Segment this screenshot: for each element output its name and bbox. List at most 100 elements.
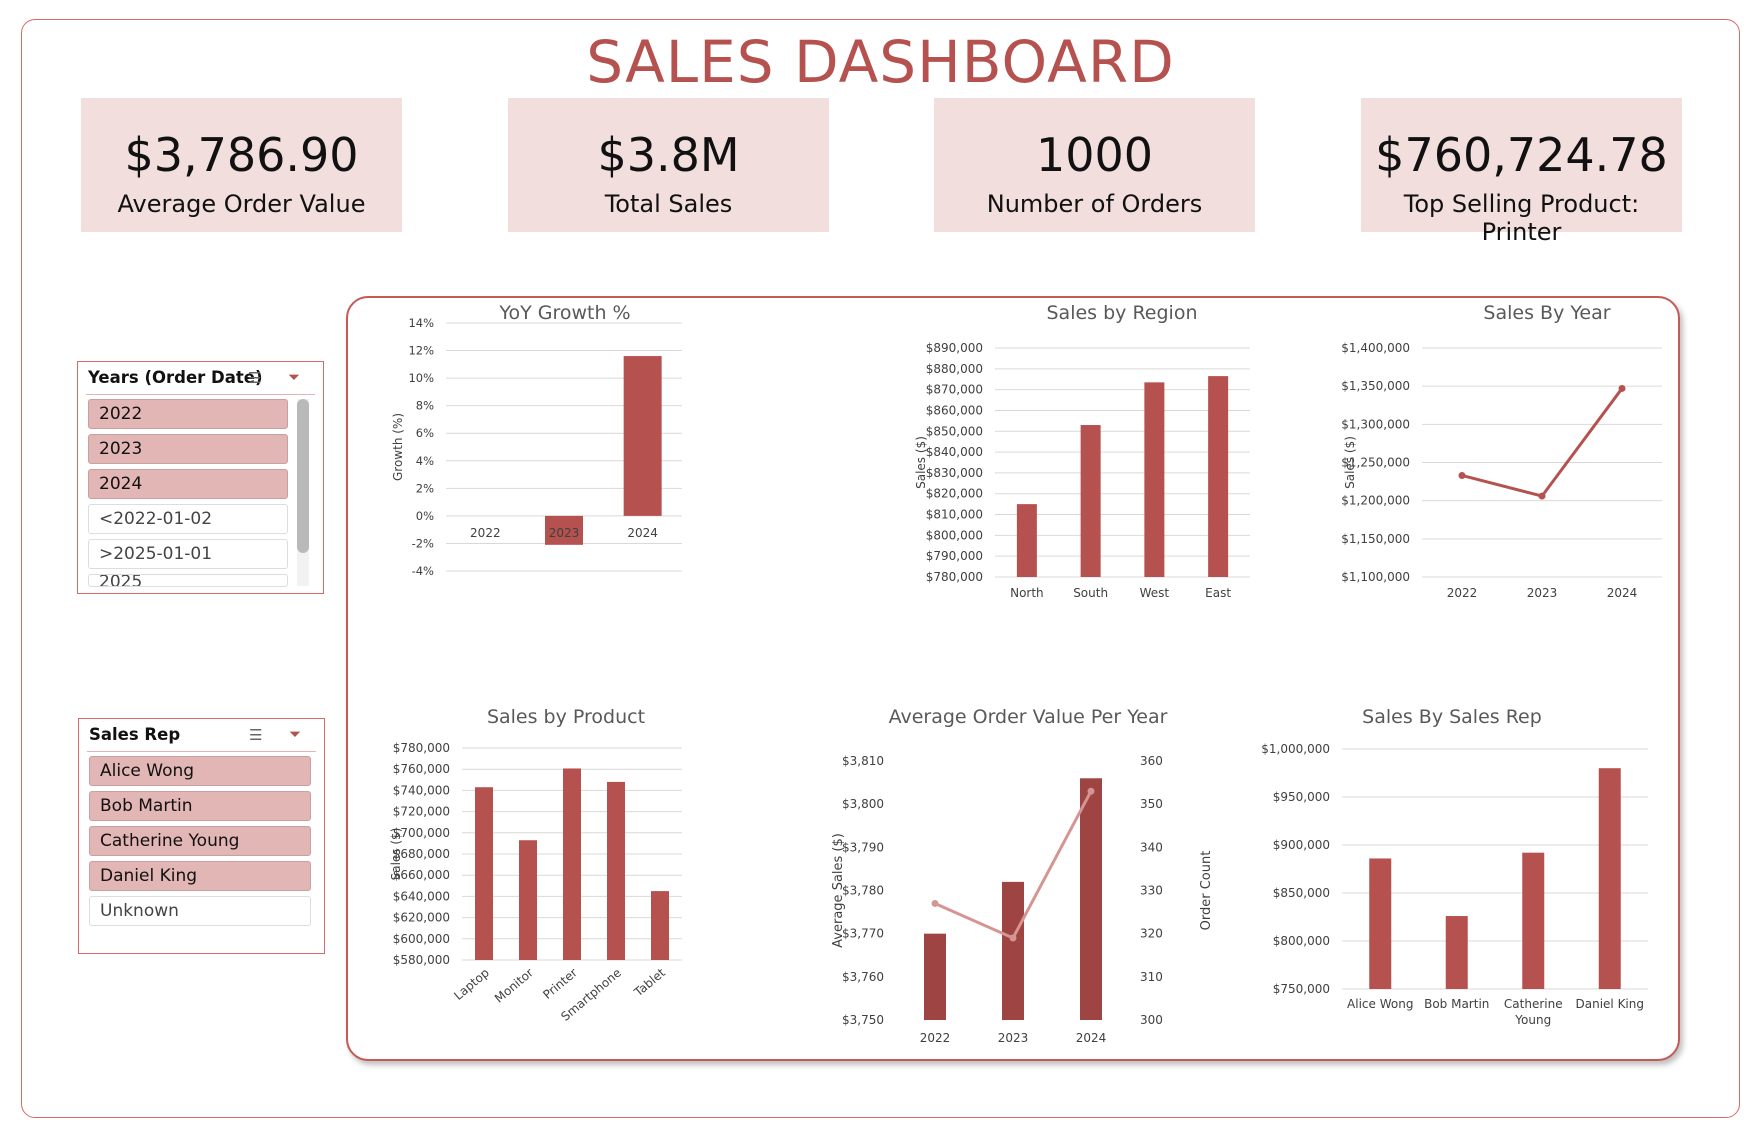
kpi-card-top-selling-product: $760,724.78 Top Selling Product: Printer xyxy=(1361,98,1682,246)
y-tick-label: 6% xyxy=(416,426,434,440)
y-tick-label: $3,770 xyxy=(842,927,884,941)
x-tick-label: Tablet xyxy=(631,965,668,1000)
y-tick-label: 0% xyxy=(416,509,434,523)
multi-select-icon[interactable]: ☰ xyxy=(248,369,261,387)
y-tick-label: -2% xyxy=(412,536,434,550)
slicer-item[interactable]: >2025-01-01 xyxy=(88,539,288,569)
slicer-item[interactable]: Unknown xyxy=(89,896,311,926)
bar xyxy=(651,891,669,960)
y-tick-label: $820,000 xyxy=(926,487,983,501)
y-tick-label: $3,780 xyxy=(842,884,884,898)
x-tick-label: Daniel King xyxy=(1576,997,1645,1011)
y-tick-label: $1,200,000 xyxy=(1341,494,1410,508)
slicer-item[interactable]: Alice Wong xyxy=(89,756,311,786)
y-tick-label: $950,000 xyxy=(1273,790,1330,804)
y-tick-label: $780,000 xyxy=(926,570,983,584)
slicer-item[interactable]: 2022 xyxy=(88,399,288,429)
slicer-item[interactable]: Daniel King xyxy=(89,861,311,891)
slicer-item[interactable]: Bob Martin xyxy=(89,791,311,821)
slicer-item[interactable]: Catherine Young xyxy=(89,826,311,856)
kpi-value: $3,786.90 xyxy=(124,128,359,182)
x-tick-label: 2023 xyxy=(549,526,580,540)
y-tick-label: $850,000 xyxy=(1273,886,1330,900)
x-tick-label: Alice Wong xyxy=(1347,997,1413,1011)
slicer-item[interactable]: 2025 xyxy=(88,574,288,587)
slicer-item[interactable]: 2023 xyxy=(88,434,288,464)
y-axis-label: Sales ($) xyxy=(914,436,928,489)
clear-filter-icon[interactable]: ⏷ xyxy=(289,726,301,743)
bar xyxy=(1369,858,1392,989)
y-tick-label: $890,000 xyxy=(926,341,983,355)
x-tick-label: 2024 xyxy=(627,526,658,540)
kpi-card-number-of-orders: 1000 Number of Orders xyxy=(934,98,1255,232)
y2-axis-label: Order Count xyxy=(1199,851,1214,931)
kpi-card-total-sales: $3.8M Total Sales xyxy=(508,98,829,232)
bar xyxy=(563,768,581,960)
slicer-item[interactable]: 2024 xyxy=(88,469,288,499)
y-tick-label: $780,000 xyxy=(393,741,450,755)
scrollbar-thumb[interactable] xyxy=(297,399,309,553)
data-point xyxy=(1087,787,1095,795)
average-order-value-per-year-chart: Average Order Value Per Year $3,810 $3,800… xyxy=(831,706,1214,1045)
chart-title: YoY Growth % xyxy=(498,302,630,324)
multi-select-icon[interactable]: ☰ xyxy=(249,726,262,744)
x-tick-label: South xyxy=(1073,586,1108,600)
y-tick-label: $740,000 xyxy=(393,783,450,797)
y-tick-label: $1,100,000 xyxy=(1341,570,1410,584)
x-tick-label: North xyxy=(1010,586,1044,600)
clear-filter-icon[interactable]: ⏷ xyxy=(288,369,300,386)
x-tick-label: Laptop xyxy=(451,966,492,1003)
sales-by-region-chart: Sales by Region $890,000 $880,000 $870,000 $… xyxy=(914,302,1250,600)
y-axis-label: Sales ($) xyxy=(389,828,403,881)
series-line xyxy=(1461,387,1624,498)
bar xyxy=(607,781,625,960)
y-tick-label: $800,000 xyxy=(1273,934,1330,948)
y-tick-label: $3,800 xyxy=(842,797,884,811)
yoy-growth-chart: YoY Growth % 14% 12% 10% 8% 6% 4% 2% 0% -2% -4% Gro… xyxy=(391,302,682,578)
sales-by-year-chart: Sales By Year $1,400,000 $1,350,000 $1,300,… xyxy=(1341,302,1662,600)
bar xyxy=(1208,376,1229,577)
y2-tick-label: 360 xyxy=(1140,754,1163,768)
bar xyxy=(1016,504,1037,577)
y-tick-label: $3,760 xyxy=(842,970,884,984)
y-tick-label: $750,000 xyxy=(1273,982,1330,996)
chart-title: Sales By Year xyxy=(1483,302,1610,324)
y-tick-label: $1,000,000 xyxy=(1261,742,1330,756)
kpi-card-average-order-value: $3,786.90 Average Order Value xyxy=(81,98,402,232)
slicer-item[interactable]: <2022-01-02 xyxy=(88,504,288,534)
bar xyxy=(519,840,537,960)
y-tick-label: $1,150,000 xyxy=(1341,532,1410,546)
kpi-label: Total Sales xyxy=(604,190,733,218)
x-tick-label: 2022 xyxy=(920,1031,951,1045)
y-tick-label: $800,000 xyxy=(926,528,983,542)
kpi-value: $760,724.78 xyxy=(1375,128,1668,182)
bar xyxy=(1598,768,1621,989)
x-tick-label: Monitor xyxy=(492,966,536,1006)
y-tick-label: 2% xyxy=(416,481,434,495)
y-tick-label: $1,350,000 xyxy=(1341,379,1410,393)
y-tick-label: $840,000 xyxy=(926,445,983,459)
y-tick-label: $850,000 xyxy=(926,424,983,438)
kpi-label: Average Order Value xyxy=(117,190,366,218)
x-tick-label: West xyxy=(1140,586,1170,600)
kpi-value: 1000 xyxy=(1035,128,1154,182)
bar xyxy=(1002,881,1024,1020)
x-tick-label: 2023 xyxy=(998,1031,1029,1045)
years-slicer[interactable]: Years (Order Date) ☰ ⏷ 2022 2023 2024 <2022… xyxy=(77,361,324,594)
y-axis-label: Sales ($) xyxy=(1343,436,1357,489)
x-tick-label: 2024 xyxy=(1076,1031,1107,1045)
y-tick-label: $720,000 xyxy=(393,805,450,819)
slicer-scrollbar[interactable] xyxy=(297,399,309,586)
bar xyxy=(1522,852,1545,989)
bar xyxy=(924,933,946,1020)
bar xyxy=(623,356,662,516)
sales-by-product-chart: Sales by Product $780,000 $760,000 $740,000… xyxy=(389,706,682,1024)
sales-by-sales-rep-chart: Sales By Sales Rep $1,000,000 $950,000 $900… xyxy=(1261,706,1648,1027)
bar xyxy=(1080,425,1101,577)
y-tick-label: $600,000 xyxy=(393,932,450,946)
sales-rep-slicer[interactable]: Sales Rep ☰ ⏷ Alice Wong Bob Martin Cather… xyxy=(78,718,325,954)
slicer-header: Sales Rep xyxy=(89,725,181,744)
y2-tick-label: 340 xyxy=(1140,840,1163,854)
y-tick-label: 8% xyxy=(416,399,434,413)
bar xyxy=(1080,778,1102,1020)
